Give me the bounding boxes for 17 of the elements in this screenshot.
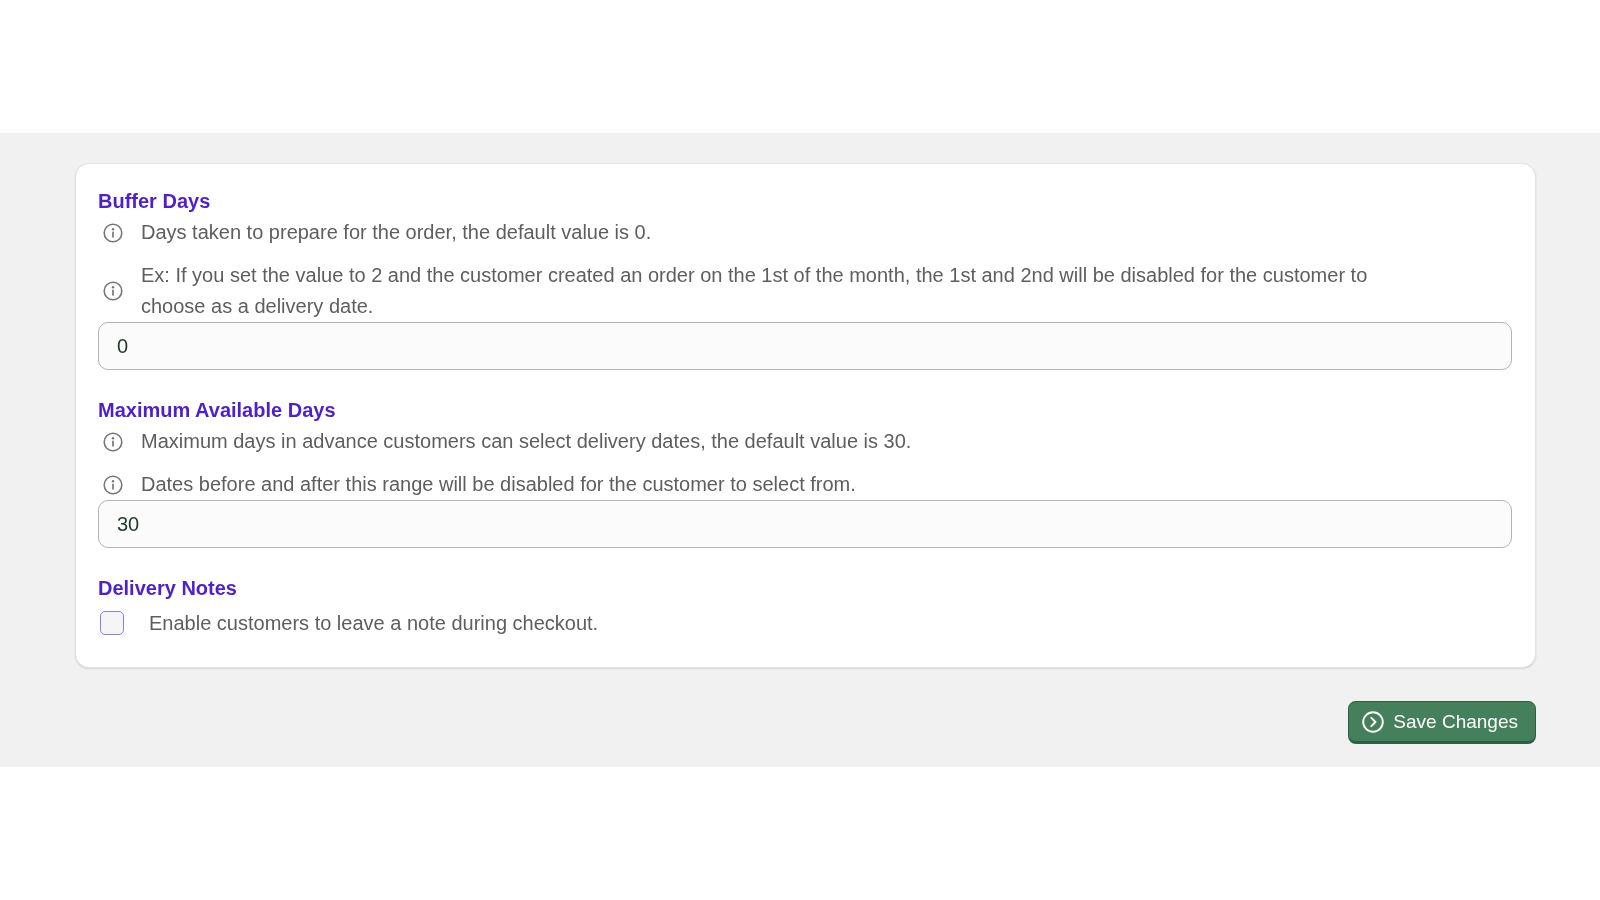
info-icon bbox=[103, 474, 123, 495]
hint-text: Ex: If you set the value to 2 and the customer created an order on the 1st of the month, the 1st and 2nd will be disabled for the customer to choose as a delivery date. bbox=[141, 263, 1369, 319]
info-icon bbox=[103, 431, 123, 452]
hint-text: Days taken to prepare for the order, the default value is 0. bbox=[141, 220, 652, 245]
section-heading: Buffer Days bbox=[98, 189, 211, 214]
input-field[interactable]: 30 bbox=[98, 500, 1512, 548]
save-button[interactable]: Save Changes bbox=[1348, 701, 1536, 744]
info-icon bbox=[103, 281, 123, 301]
chevron-circle-icon bbox=[1362, 710, 1385, 733]
checkbox-label: Enable customers to leave a note during checkout. bbox=[149, 611, 599, 636]
info-icon bbox=[103, 222, 123, 243]
hint-text: Dates before and after this range will be disabled for the customer to select from. bbox=[141, 472, 856, 497]
checkbox[interactable] bbox=[100, 611, 124, 635]
input-field[interactable]: 0 bbox=[98, 322, 1512, 370]
section-heading: Delivery Notes bbox=[98, 576, 237, 601]
hint-text: Maximum days in advance customers can select delivery dates, the default value is 30. bbox=[141, 429, 912, 454]
section-heading: Maximum Available Days bbox=[98, 398, 336, 423]
